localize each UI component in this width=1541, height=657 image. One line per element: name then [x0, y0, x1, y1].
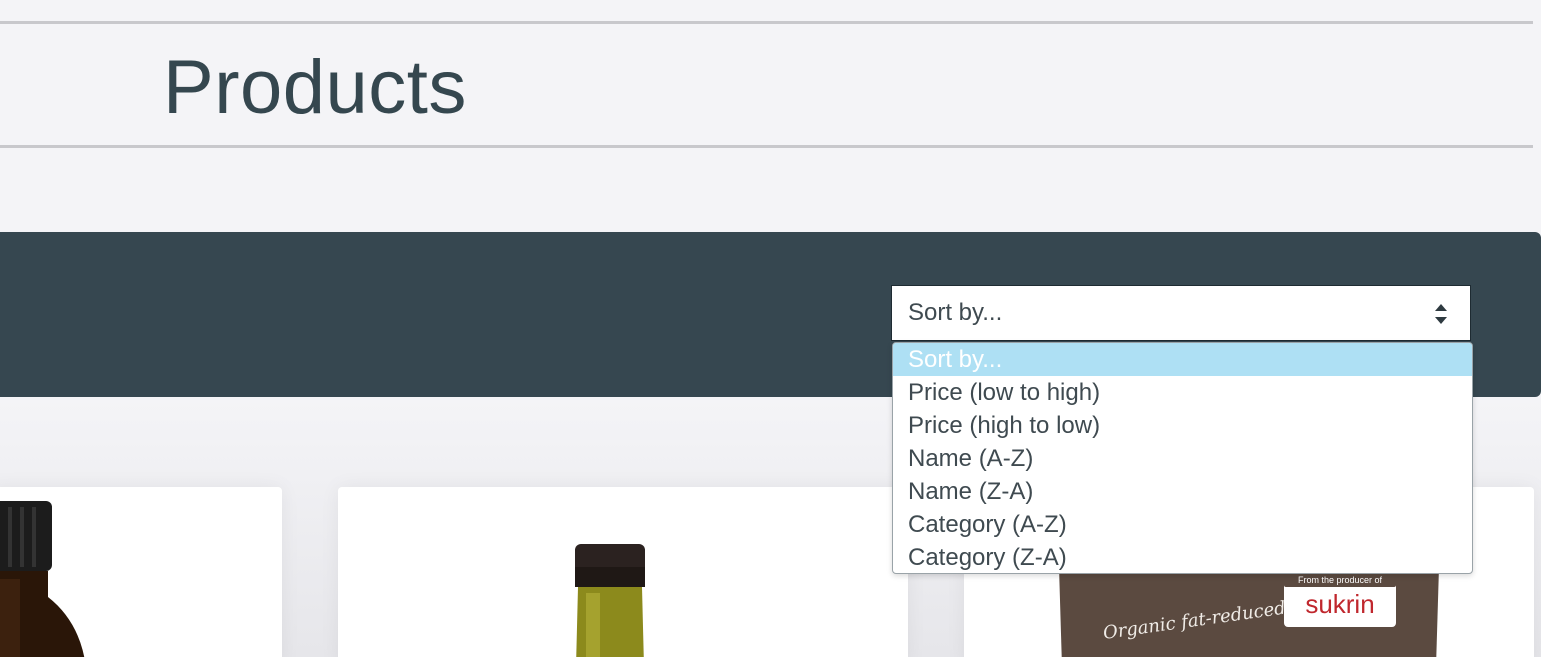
sort-select-value: Sort by... [908, 299, 1003, 326]
sort-option-category-desc[interactable]: Category (Z-A) [893, 541, 1472, 573]
sort-option-default[interactable]: Sort by... [893, 343, 1472, 376]
brand-tag: From the producer of [1298, 575, 1383, 585]
sort-option-price-desc[interactable]: Price (high to low) [893, 409, 1472, 442]
page-title: Products [163, 45, 467, 130]
header-top-divider [0, 21, 1533, 24]
sort-arrows-icon [1435, 304, 1447, 324]
olive-oil-bottle-image [575, 544, 645, 657]
product-card[interactable] [338, 487, 908, 657]
sort-option-name-asc[interactable]: Name (A-Z) [893, 442, 1472, 475]
brand-name: sukrin [1305, 589, 1374, 619]
sort-option-name-desc[interactable]: Name (Z-A) [893, 475, 1472, 508]
sort-select[interactable]: Sort by... [891, 285, 1471, 341]
sort-dropdown: Sort by... Price (low to high) Price (hi… [892, 342, 1473, 574]
page: Products From the producer of sukrin Org… [0, 0, 1541, 657]
product-card[interactable] [0, 487, 282, 657]
header-bottom-divider [0, 145, 1533, 148]
amber-bottle-image [0, 501, 85, 657]
sort-option-price-asc[interactable]: Price (low to high) [893, 376, 1472, 409]
sort-option-category-asc[interactable]: Category (A-Z) [893, 508, 1472, 541]
